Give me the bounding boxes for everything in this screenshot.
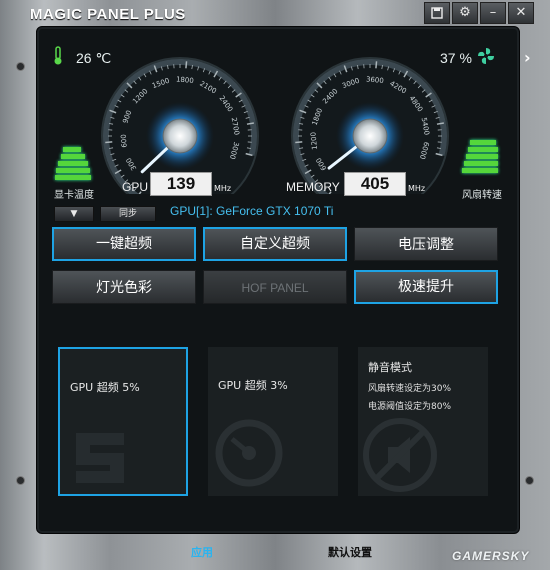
custom-oc-button[interactable]: 自定义超频	[203, 227, 347, 261]
mute-icon	[363, 418, 437, 492]
dropdown-arrow-icon: ▼	[70, 209, 78, 219]
close-icon[interactable]: ✕	[508, 2, 534, 24]
gauge-tick-label: 1800	[176, 75, 194, 85]
mode-card-title: GPU 超频 5%	[70, 381, 140, 394]
gpu-select-dropdown[interactable]: ▼	[54, 206, 94, 222]
gauge-knob	[352, 118, 388, 154]
gauge-tick	[375, 61, 378, 69]
minimize-icon[interactable]: –	[480, 2, 506, 24]
gauge-tick-label: 1200	[309, 132, 319, 150]
screw-decoration	[16, 476, 25, 485]
temp-level-bars	[55, 147, 93, 182]
gauge-tick	[295, 141, 303, 144]
gpu-gauge-label: GPU	[122, 180, 149, 194]
speedometer-icon	[215, 419, 283, 487]
gauge-knob	[162, 118, 198, 154]
gpu-clock-unit: MHz	[214, 184, 232, 193]
thermometer-icon	[54, 46, 62, 65]
save-icon[interactable]	[424, 2, 450, 24]
voltage-adjust-button[interactable]: 电压调整	[354, 227, 498, 261]
screw-decoration	[16, 62, 25, 71]
gpu-clock-readout: 139	[150, 172, 212, 196]
watermark: GAMERSKY	[452, 549, 530, 563]
gauge-tick-label: 3600	[366, 75, 384, 85]
mode-card-title: GPU 超频 3%	[218, 379, 288, 392]
memory-gauge-label: MEMORY	[286, 180, 340, 194]
oneclick-oc-button[interactable]: 一键超频	[52, 227, 196, 261]
fan-level-bars	[462, 140, 500, 175]
fan-label: 风扇转速	[462, 190, 502, 201]
lighting-button[interactable]: 灯光色彩	[52, 270, 196, 304]
gauge-tick	[105, 141, 113, 144]
gauge-tick	[185, 61, 188, 69]
fan-icon	[478, 48, 494, 64]
expand-arrow-icon[interactable]: ›	[524, 48, 531, 67]
memory-clock-readout: 405	[344, 172, 406, 196]
mode-card-title: 静音模式	[368, 361, 412, 374]
speed-boost-button[interactable]: 极速提升	[354, 270, 498, 304]
apply-button[interactable]: 应用	[191, 544, 213, 560]
mode-card-oc3[interactable]: GPU 超频 3%	[208, 347, 338, 496]
hof-panel-button[interactable]: HOF PANEL	[203, 270, 347, 304]
gauge-tick-label: 600	[120, 134, 129, 148]
hof-logo-icon	[76, 433, 124, 483]
app-window: MAGIC PANEL PLUS ⚙ – ✕ › 26 ℃ 37 % 显卡温度 …	[0, 0, 550, 570]
default-settings-button[interactable]: 默认设置	[328, 544, 372, 560]
mode-card-silent[interactable]: 静音模式 风扇转速设定为30% 电源阈值设定为80%	[358, 347, 488, 496]
gpu-device-name: GPU[1]: GeForce GTX 1070 Ti	[170, 204, 334, 218]
mode-card-oc5[interactable]: GPU 超频 5%	[58, 347, 188, 496]
sync-button[interactable]: 同步	[100, 206, 156, 222]
app-title: MAGIC PANEL PLUS	[30, 6, 186, 23]
mode-card-detail: 电源阈值设定为80%	[368, 402, 452, 412]
mode-card-detail: 风扇转速设定为30%	[368, 384, 452, 394]
memory-clock-unit: MHz	[408, 184, 426, 193]
gear-icon[interactable]: ⚙	[452, 2, 478, 24]
temp-label: 显卡温度	[54, 190, 94, 201]
screw-decoration	[525, 476, 534, 485]
